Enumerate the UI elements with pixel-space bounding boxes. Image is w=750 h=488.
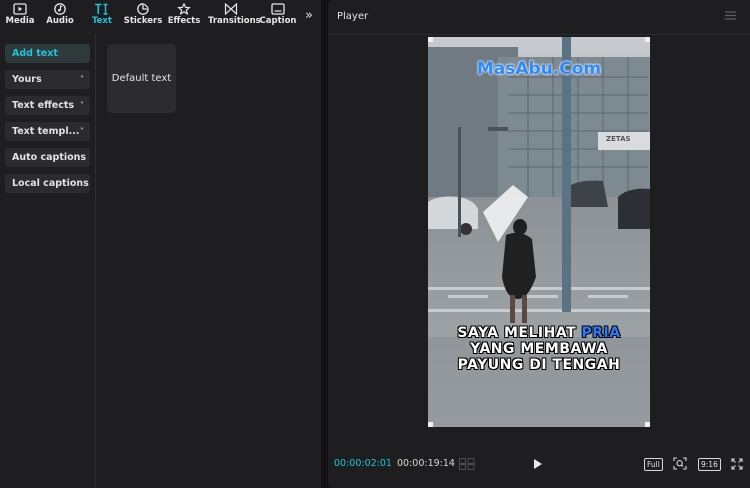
fullscreen-icon[interactable]: [731, 458, 743, 470]
player-title: Player: [337, 11, 369, 22]
tab-audio-label: Audio: [46, 16, 74, 26]
tab-caption[interactable]: Caption: [258, 2, 298, 32]
crop-handle-top-left[interactable]: [428, 37, 433, 42]
chevron-down-icon: ˅: [80, 127, 84, 136]
chevron-down-icon: ˅: [80, 75, 84, 84]
category-add-text[interactable]: Add text: [5, 44, 90, 63]
watermark-text: MasAbu.Com: [476, 59, 602, 79]
text-template-area: Default text: [96, 34, 321, 488]
media-icon: [13, 3, 27, 15]
effects-icon: [177, 3, 191, 15]
media-toolbar: Media Audio Text Stickers Effects Transi…: [0, 0, 321, 34]
text-category-list: Add text Yours ˅ Text effects ˅ Text tem…: [0, 34, 96, 488]
video-preview[interactable]: MasAbu.Com SAYA MELIHAT PRIA YANG MEMBAW…: [428, 37, 650, 427]
category-local-captions[interactable]: Local captions: [5, 174, 90, 193]
player-header: Player: [328, 0, 750, 35]
tab-transitions[interactable]: Transitions: [208, 2, 261, 32]
category-auto-captions-label: Auto captions: [12, 152, 87, 163]
timeline-grid-icon[interactable]: [459, 458, 475, 470]
caption-line-1: SAYA MELIHAT PRIA: [428, 325, 650, 341]
player-panel: Player MasAbu.Com SAYA MELIHAT PRIA YANG…: [328, 0, 750, 488]
caption-line-1-text: SAYA MELIHAT: [457, 325, 582, 341]
text-icon: [95, 3, 108, 15]
player-controls: 00:00:02:01 00:00:19:14 Full 9:16: [328, 450, 750, 480]
current-time: 00:00:02:01: [334, 458, 392, 469]
chevron-down-icon: ˅: [80, 101, 84, 110]
play-icon[interactable]: [533, 458, 543, 470]
tab-caption-label: Caption: [259, 16, 297, 26]
category-text-effects[interactable]: Text effects ˅: [5, 96, 90, 115]
tab-media-label: Media: [5, 16, 35, 26]
menu-icon[interactable]: [725, 11, 736, 20]
caption-line-3: PAYUNG DI TENGAH: [457, 357, 621, 373]
default-text-card[interactable]: Default text: [107, 44, 176, 113]
double-chevron-right-icon[interactable]: »: [305, 9, 317, 23]
caption-icon: [271, 3, 285, 15]
tab-stickers[interactable]: Stickers: [123, 2, 163, 32]
tab-transitions-label: Transitions: [208, 16, 261, 26]
full-quality-button[interactable]: Full: [644, 458, 663, 471]
sign-text: ZETAS: [606, 135, 631, 143]
default-text-label: Default text: [111, 73, 172, 84]
category-add-text-label: Add text: [12, 48, 58, 59]
tab-effects-label: Effects: [167, 16, 201, 26]
category-yours[interactable]: Yours ˅: [5, 70, 90, 89]
category-yours-label: Yours: [12, 74, 42, 85]
left-panel: Media Audio Text Stickers Effects Transi…: [0, 0, 321, 488]
category-local-captions-label: Local captions: [12, 178, 89, 189]
category-text-effects-label: Text effects: [12, 100, 75, 111]
tab-audio[interactable]: Audio: [40, 2, 80, 32]
zoom-icon[interactable]: [673, 457, 687, 470]
crop-handle-top-right[interactable]: [645, 37, 650, 42]
crop-handle-bottom-right[interactable]: [645, 422, 650, 427]
category-text-templates-label: Text templ...: [12, 126, 80, 137]
tab-text-label: Text: [92, 16, 112, 26]
audio-icon: [54, 3, 66, 15]
caption-line-2: YANG MEMBAWA: [470, 341, 608, 357]
tab-media[interactable]: Media: [0, 2, 40, 32]
tab-stickers-label: Stickers: [123, 16, 163, 26]
crop-handle-bottom-left[interactable]: [428, 422, 433, 427]
category-text-templates[interactable]: Text templ... ˅: [5, 122, 90, 141]
category-auto-captions[interactable]: Auto captions: [5, 148, 90, 167]
transitions-icon: [224, 3, 238, 15]
stickers-icon: [137, 3, 149, 15]
caption-highlight-word: PRIA: [581, 325, 621, 341]
tab-text[interactable]: Text: [82, 2, 122, 32]
aspect-ratio-button[interactable]: 9:16: [698, 458, 721, 471]
tab-effects[interactable]: Effects: [164, 2, 204, 32]
total-time: 00:00:19:14: [397, 458, 455, 469]
